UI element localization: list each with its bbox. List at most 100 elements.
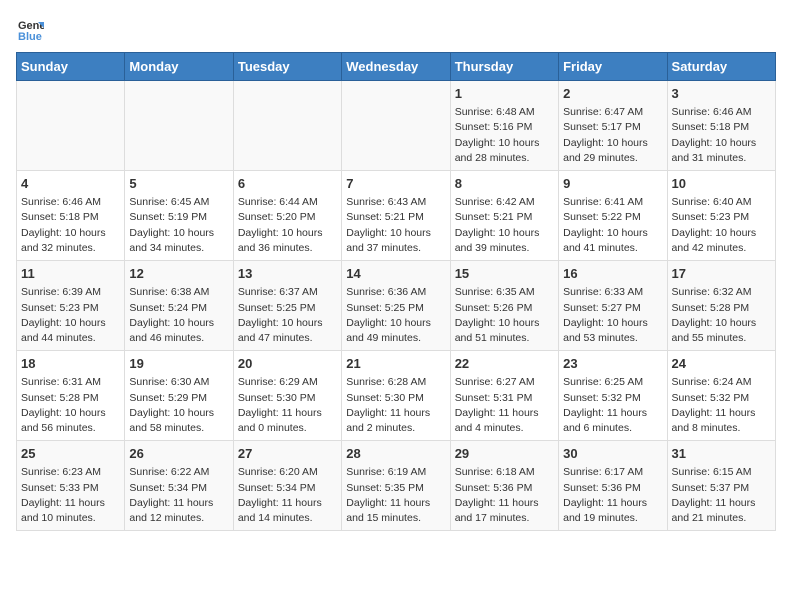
- day-cell: 18Sunrise: 6:31 AM Sunset: 5:28 PM Dayli…: [17, 351, 125, 441]
- day-cell: 10 Sunrise: 6:40 AM Sunset: 5:23 PM Dayli…: [667, 171, 775, 261]
- day-number: 1: [455, 85, 554, 103]
- day-info: Sunrise: 6:27 AM Sunset: 5:31 PM Dayligh…: [455, 375, 554, 436]
- day-cell: 1 Sunrise: 6:48 AM Sunset: 5:16 PM Daylig…: [450, 81, 558, 171]
- day-cell: 29 Sunrise: 6:18 AM Sunset: 5:36 PM Dayli…: [450, 441, 558, 531]
- day-info: Sunrise: 6:30 AM Sunset: 5:29 PM Dayligh…: [129, 375, 228, 436]
- day-cell: 14Sunrise: 6:36 AM Sunset: 5:25 PM Dayli…: [342, 261, 450, 351]
- day-number: 13: [238, 265, 337, 283]
- day-cell: 25 Sunrise: 6:23 AM Sunset: 5:33 PM Dayli…: [17, 441, 125, 531]
- day-info: Sunrise: 6:32 AM Sunset: 5:28 PM Dayligh…: [672, 285, 771, 346]
- day-info: Sunrise: 6:33 AM Sunset: 5:27 PM Dayligh…: [563, 285, 662, 346]
- day-cell: 6 Sunrise: 6:44 AM Sunset: 5:20 PM Daylig…: [233, 171, 341, 261]
- day-info: Sunrise: 6:35 AM Sunset: 5:26 PM Dayligh…: [455, 285, 554, 346]
- header-cell-tuesday: Tuesday: [233, 53, 341, 81]
- day-info: Sunrise: 6:41 AM Sunset: 5:22 PM Dayligh…: [563, 195, 662, 256]
- day-number: 5: [129, 175, 228, 193]
- header-cell-thursday: Thursday: [450, 53, 558, 81]
- week-row-1: 1 Sunrise: 6:48 AM Sunset: 5:16 PM Daylig…: [17, 81, 776, 171]
- day-info: Sunrise: 6:15 AM Sunset: 5:37 PM Dayligh…: [672, 465, 771, 526]
- day-number: 16: [563, 265, 662, 283]
- day-number: 15: [455, 265, 554, 283]
- day-number: 28: [346, 445, 445, 463]
- day-cell: 22Sunrise: 6:27 AM Sunset: 5:31 PM Dayli…: [450, 351, 558, 441]
- day-cell: 31Sunrise: 6:15 AM Sunset: 5:37 PM Dayli…: [667, 441, 775, 531]
- day-number: 6: [238, 175, 337, 193]
- header: General Blue: [16, 16, 776, 44]
- day-cell: 3 Sunrise: 6:46 AM Sunset: 5:18 PM Daylig…: [667, 81, 775, 171]
- day-number: 8: [455, 175, 554, 193]
- day-cell: 30Sunrise: 6:17 AM Sunset: 5:36 PM Dayli…: [559, 441, 667, 531]
- week-row-5: 25 Sunrise: 6:23 AM Sunset: 5:33 PM Dayli…: [17, 441, 776, 531]
- day-info: Sunrise: 6:48 AM Sunset: 5:16 PM Dayligh…: [455, 105, 554, 166]
- day-info: Sunrise: 6:29 AM Sunset: 5:30 PM Dayligh…: [238, 375, 337, 436]
- day-cell: 7Sunrise: 6:43 AM Sunset: 5:21 PM Daylig…: [342, 171, 450, 261]
- day-cell: 20 Sunrise: 6:29 AM Sunset: 5:30 PM Dayli…: [233, 351, 341, 441]
- logo-icon: General Blue: [16, 16, 44, 44]
- week-row-3: 11Sunrise: 6:39 AM Sunset: 5:23 PM Dayli…: [17, 261, 776, 351]
- day-info: Sunrise: 6:24 AM Sunset: 5:32 PM Dayligh…: [672, 375, 771, 436]
- day-cell: 28 Sunrise: 6:19 AM Sunset: 5:35 PM Dayli…: [342, 441, 450, 531]
- header-cell-monday: Monday: [125, 53, 233, 81]
- day-info: Sunrise: 6:25 AM Sunset: 5:32 PM Dayligh…: [563, 375, 662, 436]
- day-cell: [125, 81, 233, 171]
- day-cell: [342, 81, 450, 171]
- day-info: Sunrise: 6:47 AM Sunset: 5:17 PM Dayligh…: [563, 105, 662, 166]
- day-number: 26: [129, 445, 228, 463]
- day-info: Sunrise: 6:37 AM Sunset: 5:25 PM Dayligh…: [238, 285, 337, 346]
- day-cell: 26 Sunrise: 6:22 AM Sunset: 5:34 PM Dayli…: [125, 441, 233, 531]
- day-number: 21: [346, 355, 445, 373]
- day-number: 18: [21, 355, 120, 373]
- calendar-table: SundayMondayTuesdayWednesdayThursdayFrid…: [16, 52, 776, 531]
- day-info: Sunrise: 6:18 AM Sunset: 5:36 PM Dayligh…: [455, 465, 554, 526]
- header-cell-sunday: Sunday: [17, 53, 125, 81]
- day-info: Sunrise: 6:22 AM Sunset: 5:34 PM Dayligh…: [129, 465, 228, 526]
- day-number: 4: [21, 175, 120, 193]
- day-info: Sunrise: 6:19 AM Sunset: 5:35 PM Dayligh…: [346, 465, 445, 526]
- day-cell: 17 Sunrise: 6:32 AM Sunset: 5:28 PM Dayli…: [667, 261, 775, 351]
- day-number: 29: [455, 445, 554, 463]
- day-number: 24: [672, 355, 771, 373]
- day-number: 20: [238, 355, 337, 373]
- day-cell: 19 Sunrise: 6:30 AM Sunset: 5:29 PM Dayli…: [125, 351, 233, 441]
- day-cell: 8 Sunrise: 6:42 AM Sunset: 5:21 PM Daylig…: [450, 171, 558, 261]
- header-row: SundayMondayTuesdayWednesdayThursdayFrid…: [17, 53, 776, 81]
- svg-text:Blue: Blue: [18, 31, 42, 43]
- day-cell: 23 Sunrise: 6:25 AM Sunset: 5:32 PM Dayli…: [559, 351, 667, 441]
- calendar-body: 1 Sunrise: 6:48 AM Sunset: 5:16 PM Daylig…: [17, 81, 776, 531]
- day-cell: 11Sunrise: 6:39 AM Sunset: 5:23 PM Dayli…: [17, 261, 125, 351]
- day-info: Sunrise: 6:42 AM Sunset: 5:21 PM Dayligh…: [455, 195, 554, 256]
- day-number: 19: [129, 355, 228, 373]
- day-number: 23: [563, 355, 662, 373]
- day-info: Sunrise: 6:40 AM Sunset: 5:23 PM Dayligh…: [672, 195, 771, 256]
- header-cell-friday: Friday: [559, 53, 667, 81]
- day-number: 30: [563, 445, 662, 463]
- day-cell: 4Sunrise: 6:46 AM Sunset: 5:18 PM Daylig…: [17, 171, 125, 261]
- day-number: 3: [672, 85, 771, 103]
- day-info: Sunrise: 6:44 AM Sunset: 5:20 PM Dayligh…: [238, 195, 337, 256]
- day-cell: 9 Sunrise: 6:41 AM Sunset: 5:22 PM Daylig…: [559, 171, 667, 261]
- day-info: Sunrise: 6:28 AM Sunset: 5:30 PM Dayligh…: [346, 375, 445, 436]
- day-cell: 27 Sunrise: 6:20 AM Sunset: 5:34 PM Dayli…: [233, 441, 341, 531]
- day-cell: [17, 81, 125, 171]
- header-cell-wednesday: Wednesday: [342, 53, 450, 81]
- calendar-header: SundayMondayTuesdayWednesdayThursdayFrid…: [17, 53, 776, 81]
- logo: General Blue: [16, 16, 48, 44]
- day-cell: 2 Sunrise: 6:47 AM Sunset: 5:17 PM Daylig…: [559, 81, 667, 171]
- day-info: Sunrise: 6:46 AM Sunset: 5:18 PM Dayligh…: [672, 105, 771, 166]
- week-row-2: 4Sunrise: 6:46 AM Sunset: 5:18 PM Daylig…: [17, 171, 776, 261]
- day-cell: 24 Sunrise: 6:24 AM Sunset: 5:32 PM Dayli…: [667, 351, 775, 441]
- header-cell-saturday: Saturday: [667, 53, 775, 81]
- day-number: 2: [563, 85, 662, 103]
- day-number: 17: [672, 265, 771, 283]
- day-info: Sunrise: 6:20 AM Sunset: 5:34 PM Dayligh…: [238, 465, 337, 526]
- week-row-4: 18Sunrise: 6:31 AM Sunset: 5:28 PM Dayli…: [17, 351, 776, 441]
- day-number: 27: [238, 445, 337, 463]
- day-cell: 16 Sunrise: 6:33 AM Sunset: 5:27 PM Dayli…: [559, 261, 667, 351]
- day-number: 11: [21, 265, 120, 283]
- day-cell: [233, 81, 341, 171]
- day-info: Sunrise: 6:23 AM Sunset: 5:33 PM Dayligh…: [21, 465, 120, 526]
- day-number: 12: [129, 265, 228, 283]
- day-number: 25: [21, 445, 120, 463]
- day-number: 9: [563, 175, 662, 193]
- day-number: 10: [672, 175, 771, 193]
